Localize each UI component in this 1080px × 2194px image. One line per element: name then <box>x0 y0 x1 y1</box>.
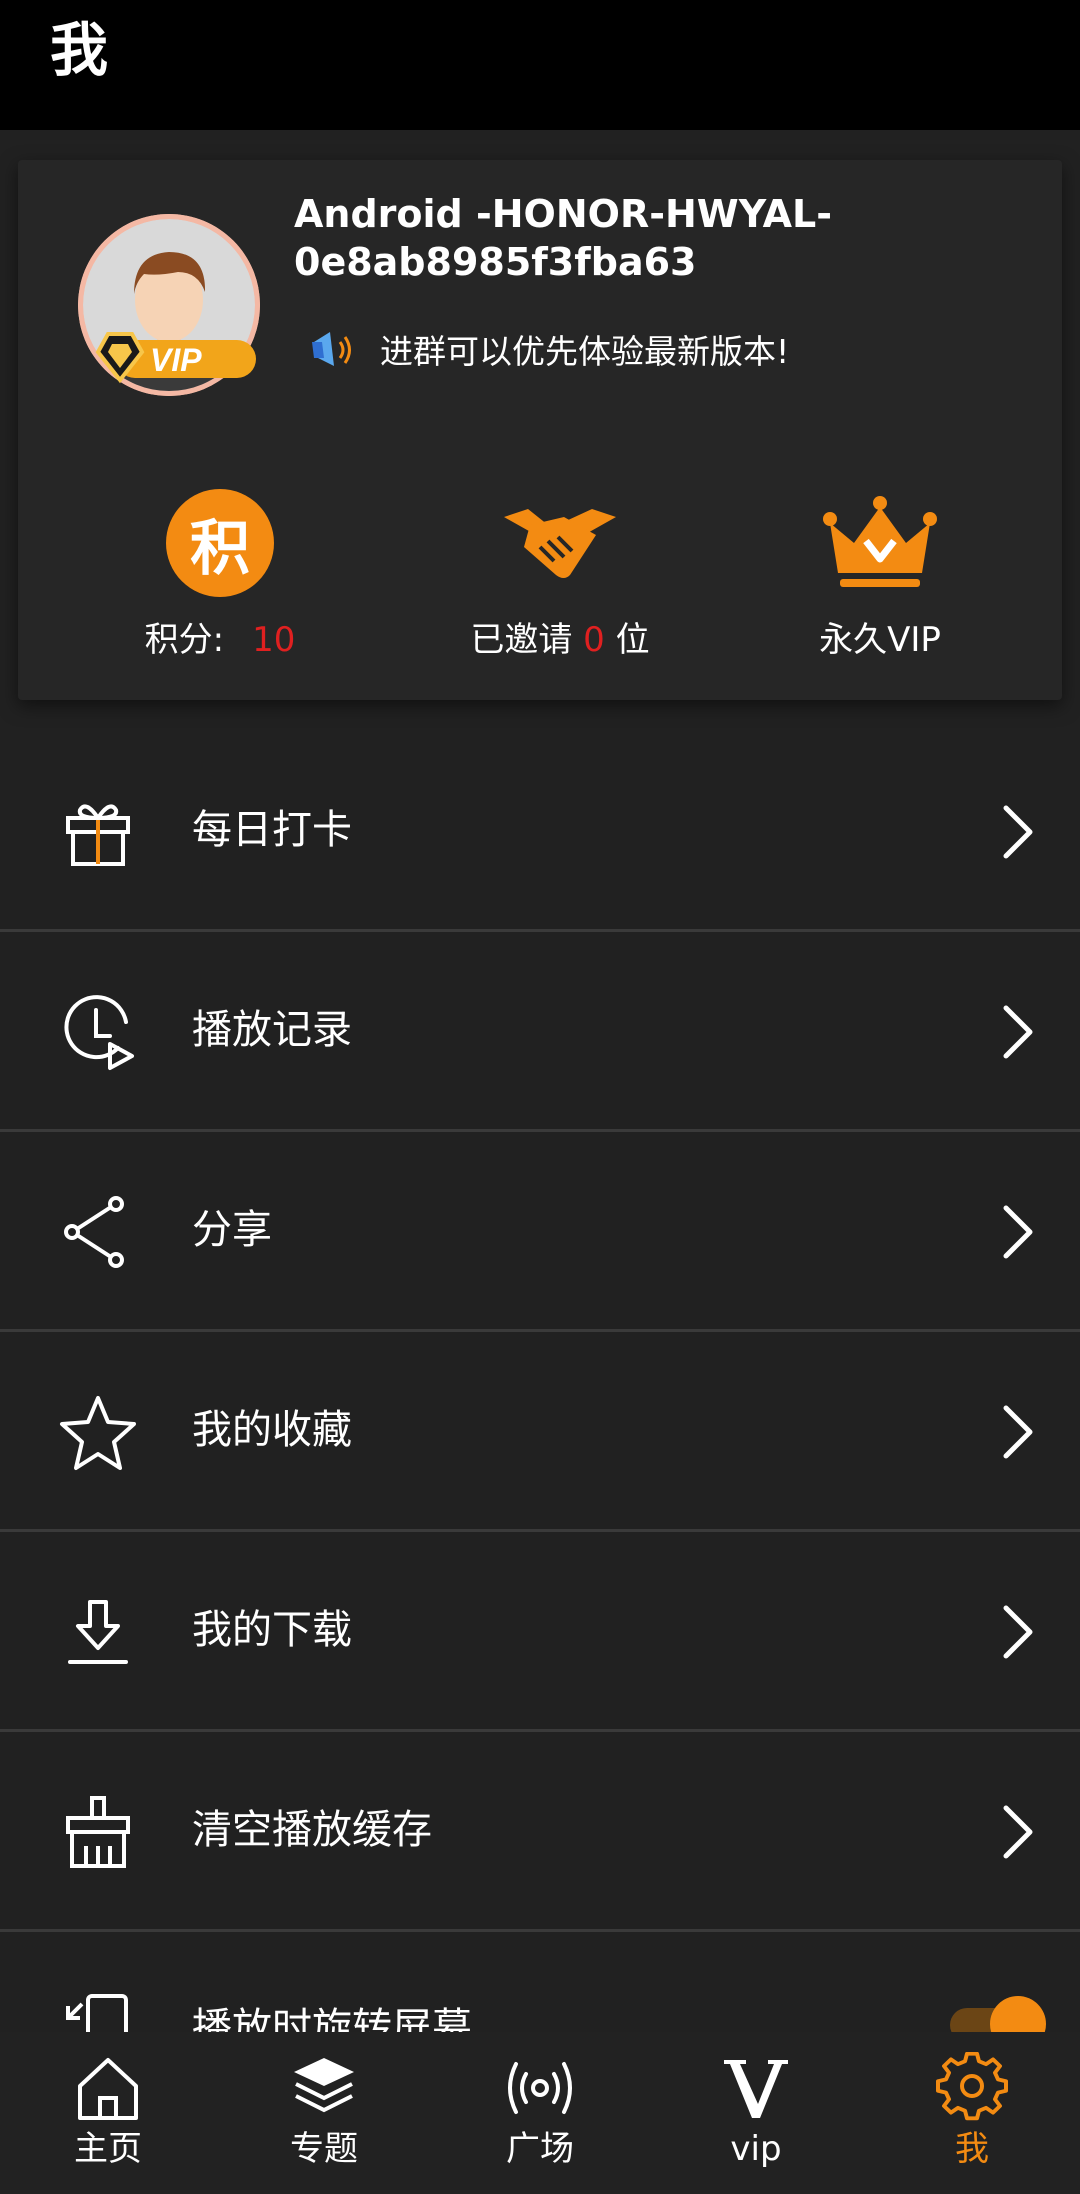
menu-item-daily-checkin[interactable]: 每日打卡 <box>0 732 1080 932</box>
rotate-screen-icon <box>66 1994 128 2032</box>
vip-badge: VIP <box>80 330 262 386</box>
points-icon: 积 <box>166 489 274 597</box>
profile-card: VIP Android -HONOR-HWYAL-0e8ab8985f3fba6… <box>18 160 1062 700</box>
menu-label: 播放记录 <box>192 1007 352 1053</box>
chevron-right-icon <box>1003 1805 1033 1859</box>
invite-label: 已邀请 0 位 <box>390 618 730 662</box>
nav-label: 我 <box>955 2129 989 2169</box>
menu-label: 分享 <box>192 1207 272 1253</box>
nav-label: 主页 <box>74 2129 142 2169</box>
broom-icon <box>66 1796 130 1868</box>
menu-item-downloads[interactable]: 我的下载 <box>0 1532 1080 1732</box>
menu-item-rotate-screen[interactable]: 播放时旋转屏幕 <box>0 1932 1080 2032</box>
handshake-icon <box>504 509 616 578</box>
invite-count: 0 <box>583 620 605 660</box>
chevron-right-icon <box>1003 1005 1033 1059</box>
share-icon <box>64 1196 124 1268</box>
menu-item-favorites[interactable]: 我的收藏 <box>0 1332 1080 1532</box>
group-notice-text[interactable]: 进群可以优先体验最新版本! <box>380 330 789 374</box>
megaphone-icon <box>304 324 360 380</box>
menu-item-share[interactable]: 分享 <box>0 1132 1080 1332</box>
invite-label-prefix: 已邀请 <box>470 620 573 660</box>
nav-item-home[interactable]: 主页 <box>0 2032 216 2194</box>
gear-icon <box>936 2052 1008 2121</box>
nav-item-topics[interactable]: 专题 <box>216 2032 432 2194</box>
chevron-right-icon <box>1003 805 1033 859</box>
chevron-right-icon <box>1003 1205 1033 1259</box>
rotate-screen-toggle[interactable] <box>948 1994 1048 2032</box>
menu-label: 每日打卡 <box>192 807 352 853</box>
invite-stat[interactable]: 已邀请 0 位 <box>390 478 730 662</box>
nav-label: 广场 <box>506 2129 574 2169</box>
menu-label: 我的下载 <box>192 1607 352 1653</box>
vip-stat[interactable]: 永久VIP <box>710 478 1050 662</box>
page-title: 我 <box>50 16 109 84</box>
crown-icon <box>823 496 937 587</box>
chevron-right-icon <box>1003 1405 1033 1459</box>
layers-icon <box>294 2058 354 2113</box>
vip-badge-text: VIP <box>150 342 202 378</box>
points-label-text: 积分: <box>144 620 225 660</box>
nav-item-me[interactable]: 我 <box>864 2032 1080 2194</box>
chevron-right-icon <box>1003 1605 1033 1659</box>
invite-label-suffix: 位 <box>615 620 650 660</box>
menu-item-clear-cache[interactable]: 清空播放缓存 <box>0 1732 1080 1932</box>
menu-label: 清空播放缓存 <box>192 1807 432 1853</box>
points-stat[interactable]: 积 积分: 10 <box>50 478 390 662</box>
gift-icon <box>66 804 130 866</box>
nav-label: 专题 <box>290 2129 358 2169</box>
history-play-icon <box>64 995 134 1070</box>
bottom-nav: 主页 专题 广场 vip 我 <box>0 2032 1080 2194</box>
vip-v-icon <box>724 2060 788 2118</box>
broadcast-icon <box>508 2062 572 2114</box>
username: Android -HONOR-HWYAL-0e8ab8985f3fba63 <box>294 192 832 284</box>
menu-list: 每日打卡 播放记录 分享 我的收藏 我的下载 清空播放缓存 <box>0 732 1080 1932</box>
nav-item-vip[interactable]: vip <box>648 2032 864 2194</box>
vip-status-label: 永久VIP <box>819 620 941 660</box>
menu-item-play-history[interactable]: 播放记录 <box>0 932 1080 1132</box>
home-icon <box>78 2058 138 2120</box>
menu-label: 播放时旋转屏幕 <box>192 2005 472 2032</box>
download-icon <box>68 1600 128 1664</box>
star-icon <box>60 1396 136 1470</box>
menu-label: 我的收藏 <box>192 1407 352 1453</box>
nav-label: vip <box>730 2129 782 2169</box>
points-value: 10 <box>252 620 296 660</box>
points-label: 积分: 10 <box>50 618 390 662</box>
nav-item-plaza[interactable]: 广场 <box>432 2032 648 2194</box>
top-bar: 我 <box>0 0 1080 130</box>
